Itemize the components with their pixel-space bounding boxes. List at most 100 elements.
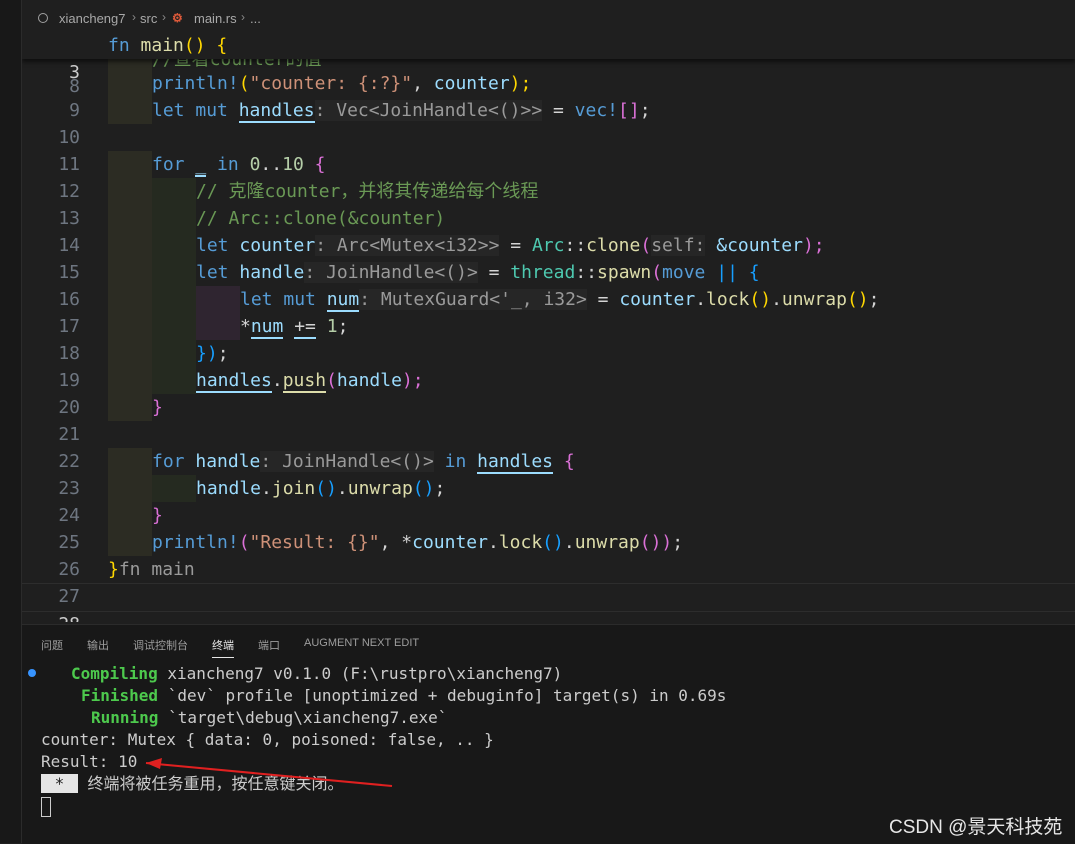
token: (): [412, 478, 435, 499]
code-line: 25 }: [22, 502, 1075, 553]
token: println!: [152, 532, 239, 553]
token: =: [586, 289, 620, 310]
token: counter: [433, 73, 510, 94]
indent-guide: [152, 259, 196, 286]
token: handle: [239, 262, 305, 283]
token: (): [749, 289, 772, 310]
code-line: 11: [22, 124, 1075, 175]
token: {: [314, 154, 326, 175]
terminal-cursor: [41, 797, 51, 817]
token: counter: [412, 532, 488, 553]
code-line: 17 let mut num: MutexGuard<'_, i32> = co…: [22, 286, 1075, 337]
token: }: [108, 559, 119, 580]
terminal-line: counter: Mutex { data: 0, poisoned: fals…: [41, 730, 494, 749]
indent-guide: [152, 178, 196, 205]
token: ,: [412, 73, 434, 94]
token: for: [152, 154, 185, 175]
code-line-current[interactable]: 28: [22, 583, 1075, 622]
token: .: [695, 289, 707, 310]
terminal[interactable]: Compiling xiancheng7 v0.1.0 (F:\rustpro\…: [22, 663, 1075, 833]
terminal-line: Running `target\debug\xiancheng7.exe`: [91, 707, 447, 729]
token: , *: [379, 532, 413, 553]
terminal-label: Finished: [81, 686, 159, 705]
tab-ports[interactable]: 端口: [258, 637, 280, 653]
inlay-type-hint: : JoinHandle<()>: [304, 262, 478, 283]
indent-guide: [108, 205, 152, 232]
code-line: 13 // 克隆counter，并将其传递给每个线程: [22, 178, 1075, 229]
indent-guide: [108, 340, 152, 367]
chevron-right-icon: ›: [132, 10, 136, 24]
indent-guide: [108, 475, 152, 502]
token: ;: [337, 316, 349, 337]
breadcrumb-project[interactable]: xiancheng7: [59, 11, 126, 26]
terminal-text: `dev` profile [unoptimized + debuginfo] …: [158, 686, 727, 705]
token: }: [152, 505, 163, 526]
code-line: 10 let mut handles: Vec<JoinHandle<()>> …: [22, 97, 1075, 148]
terminal-label: Compiling: [71, 664, 158, 683]
indent-guide: [108, 502, 152, 529]
token: .: [487, 532, 499, 553]
indent-guide: [108, 529, 152, 556]
token: );: [509, 73, 532, 94]
token: (): [846, 289, 869, 310]
line-number: 28: [22, 611, 80, 622]
terminal-text: `target\debug\xiancheng7.exe`: [158, 708, 448, 727]
token: ;: [434, 478, 446, 499]
indent-guide: [108, 97, 152, 124]
sticky-line: 3 fn main() {: [22, 32, 1075, 83]
token: handles: [196, 370, 272, 393]
token: println!: [152, 73, 239, 94]
tab-debug-console[interactable]: 调试控制台: [133, 637, 188, 653]
code-line: 19 });: [22, 340, 1075, 391]
terminal-line: Finished `dev` profile [unoptimized + de…: [81, 685, 726, 707]
token: unwrap: [781, 289, 847, 310]
token: );: [401, 370, 424, 391]
indent-guide: [152, 286, 196, 313]
token: counter: [239, 235, 316, 256]
code-comment: // 克隆counter，并将其传递给每个线程: [196, 181, 539, 202]
closing-brace-hint: fn main: [118, 559, 195, 580]
token: handle: [195, 451, 261, 472]
token: move: [662, 262, 706, 283]
code-line: 18 *num += 1;: [22, 313, 1075, 364]
breadcrumb-folder[interactable]: src: [140, 11, 157, 26]
terminal-text: xiancheng7 v0.1.0 (F:\rustpro\xiancheng7…: [157, 664, 563, 683]
indent-guide: [108, 70, 152, 97]
inlay-type-hint: : Arc<Mutex<i32>>: [315, 235, 500, 256]
code-line: 16 let handle: JoinHandle<()> = thread::…: [22, 259, 1075, 310]
tab-augment-next-edit[interactable]: AUGMENT NEXT EDIT: [304, 637, 419, 649]
breadcrumb: xiancheng7 › src › ⚙ main.rs › ...: [22, 0, 1075, 32]
token: mut: [195, 100, 228, 121]
bottom-panel: 问题 输出 调试控制台 终端 端口 AUGMENT NEXT EDIT Comp…: [22, 624, 1075, 844]
breadcrumb-file[interactable]: main.rs: [194, 11, 237, 26]
token: 1: [326, 316, 338, 337]
breadcrumb-more[interactable]: ...: [250, 11, 261, 26]
token: 10: [282, 154, 304, 175]
token: counter: [619, 289, 696, 310]
code-editor[interactable]: 3 fn main() { 8 //查看counter的值 9 println!…: [22, 32, 1075, 622]
code-line: 21 }: [22, 394, 1075, 445]
indent-guide: [108, 232, 152, 259]
indent-guide: [152, 340, 196, 367]
indent-guide: [108, 313, 152, 340]
tab-output[interactable]: 输出: [87, 637, 109, 653]
tab-problems[interactable]: 问题: [41, 637, 63, 653]
token: =: [542, 100, 575, 121]
code-line: 15 let counter: Arc<Mutex<i32>> = Arc::c…: [22, 232, 1075, 283]
indent-guide: [108, 151, 152, 178]
inlay-type-hint: : Vec<JoinHandle<()>>: [314, 100, 543, 121]
sticky-scroll-header[interactable]: 3 fn main() {: [22, 32, 1075, 83]
token: }: [152, 397, 163, 418]
indent-guide: [108, 448, 152, 475]
tab-terminal[interactable]: 终端: [212, 637, 234, 658]
token: handles: [238, 100, 315, 123]
token: num: [326, 289, 360, 312]
token: .: [261, 478, 272, 499]
token: unwrap: [574, 532, 640, 553]
token: "Result: {}": [249, 532, 380, 553]
terminal-result-line: Result: 10: [41, 752, 138, 771]
chevron-right-icon: ›: [241, 10, 245, 24]
indent-guide: [108, 367, 152, 394]
token: ::: [575, 262, 598, 283]
token: in: [217, 154, 239, 175]
